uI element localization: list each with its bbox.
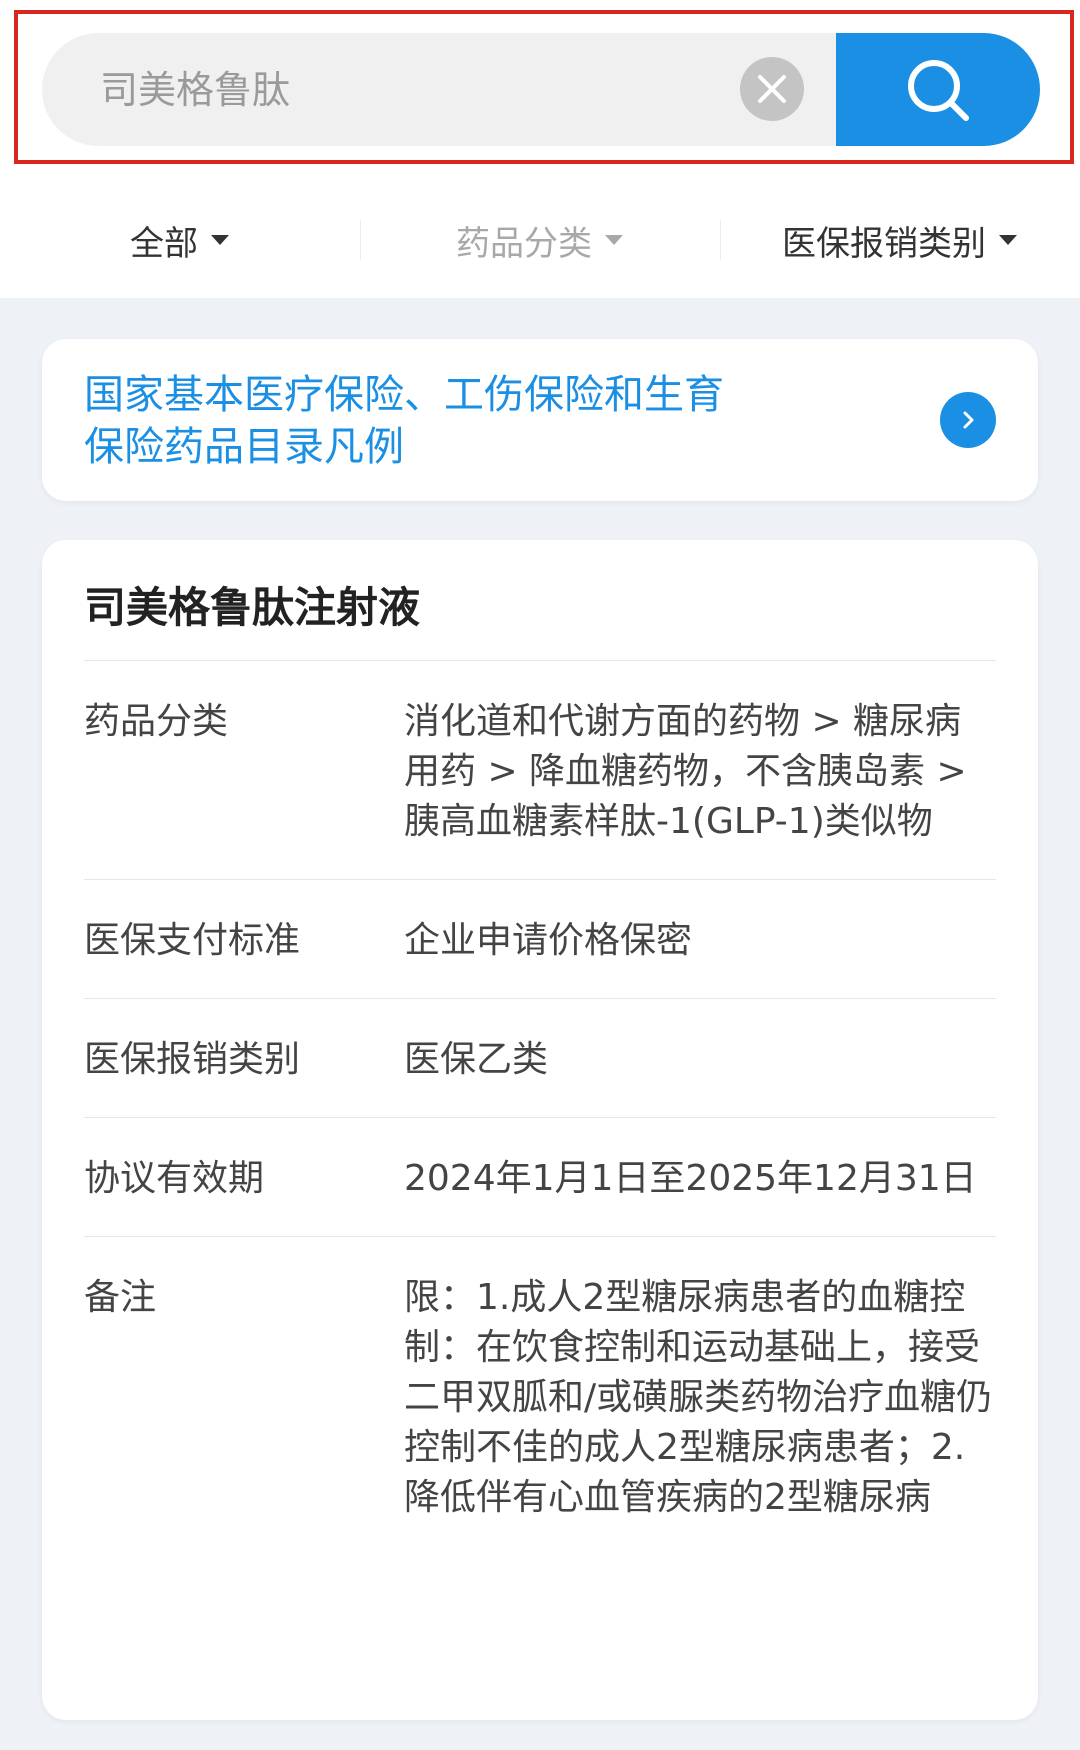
banner-line-1: 国家基本医疗保险、工伤保险和生育 <box>84 372 724 418</box>
attribute-value: 医保乙类 <box>404 1039 549 1080</box>
chevron-right-icon <box>963 411 974 429</box>
clear-button[interactable] <box>740 57 804 121</box>
filter-category-label: 药品分类 <box>456 223 592 264</box>
attribute-label: 医保报销类别 <box>84 1039 301 1080</box>
attribute-row: 医保支付标准 企业申请价格保密 <box>84 879 996 998</box>
attribute-label: 医保支付标准 <box>84 920 301 961</box>
attribute-row: 药品分类 消化道和代谢方面的药物 > 糖尿病用药 > 降血糖药物，不含胰岛素 >… <box>84 660 996 879</box>
caret-down-icon <box>211 235 229 245</box>
caret-down-icon <box>605 235 623 245</box>
drug-title: 司美格鲁肽注射液 <box>84 583 421 632</box>
attribute-label: 备注 <box>84 1277 157 1318</box>
attribute-label: 药品分类 <box>84 701 229 742</box>
header-panel: 全部 药品分类 医保报销类别 <box>0 0 1080 298</box>
filter-all-label: 全部 <box>130 223 198 264</box>
catalog-notes-banner[interactable]: 国家基本医疗保险、工伤保险和生育 保险药品目录凡例 <box>42 339 1038 501</box>
search-button[interactable] <box>836 33 1040 146</box>
attribute-row: 医保报销类别 医保乙类 <box>84 998 996 1117</box>
search-bar <box>42 33 1040 146</box>
filter-category[interactable]: 药品分类 <box>360 198 720 282</box>
filter-reimbursement-label: 医保报销类别 <box>782 223 986 264</box>
attribute-row: 协议有效期 2024年1月1日至2025年12月31日 <box>84 1117 996 1236</box>
drug-detail-card: 司美格鲁肽注射液 药品分类 消化道和代谢方面的药物 > 糖尿病用药 > 降血糖药… <box>42 540 1038 1720</box>
filter-reimbursement[interactable]: 医保报销类别 <box>720 198 1080 282</box>
close-circle-icon <box>758 75 786 103</box>
attribute-value: 2024年1月1日至2025年12月31日 <box>404 1158 977 1199</box>
banner-open-button[interactable] <box>940 392 996 448</box>
banner-line-2: 保险药品目录凡例 <box>84 424 404 470</box>
attribute-value: 企业申请价格保密 <box>404 920 693 961</box>
filter-all[interactable]: 全部 <box>0 198 360 282</box>
filter-bar: 全部 药品分类 医保报销类别 <box>0 198 1080 282</box>
search-icon <box>908 59 969 121</box>
attribute-row: 备注 限：1.成人2型糖尿病患者的血糖控制：在饮食控制和运动基础上，接受二甲双胍… <box>84 1236 996 1555</box>
search-input[interactable] <box>100 33 660 146</box>
caret-down-icon <box>999 235 1017 245</box>
attribute-value: 限：1.成人2型糖尿病患者的血糖控制：在饮食控制和运动基础上，接受二甲双胍和/或… <box>404 1277 993 1518</box>
attribute-value: 消化道和代谢方面的药物 > 糖尿病用药 > 降血糖药物，不含胰岛素 > 胰高血糖… <box>404 701 967 842</box>
banner-text: 国家基本医疗保险、工伤保险和生育 保险药品目录凡例 <box>84 369 844 473</box>
attribute-label: 协议有效期 <box>84 1158 265 1199</box>
drug-attribute-list: 药品分类 消化道和代谢方面的药物 > 糖尿病用药 > 降血糖药物，不含胰岛素 >… <box>84 660 996 1555</box>
